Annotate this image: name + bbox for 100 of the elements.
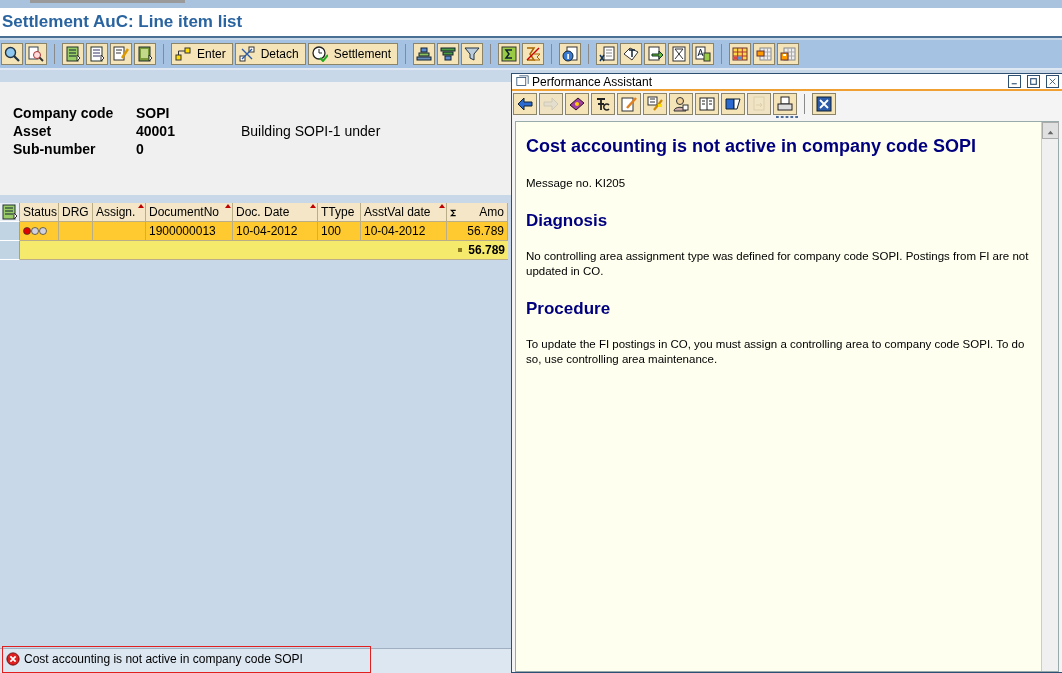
arrow-left-icon — [517, 96, 533, 112]
section-text: To update the FI postings in CO, you must assign a controlling area to company code SOPI. To do so, use controlling area maintenance. — [526, 337, 1026, 368]
folder-icon — [725, 96, 741, 112]
printer-icon — [777, 96, 793, 112]
note-pencil-icon — [647, 96, 663, 112]
field-value: 0 — [136, 140, 145, 158]
table-button[interactable] — [729, 43, 752, 65]
message-heading: Cost accounting is not active in company code SOPI — [526, 136, 978, 158]
field-label: Company code — [13, 104, 115, 122]
column-header[interactable]: AsstVal date — [361, 203, 447, 222]
filter-button[interactable] — [461, 43, 484, 65]
table-cell: 10-04-2012 — [233, 222, 318, 241]
table-cell: 100 — [318, 222, 361, 241]
book-button[interactable] — [565, 93, 589, 115]
section-heading: Procedure — [526, 299, 612, 320]
subtotal-icon — [525, 46, 542, 62]
unlink-icon — [238, 46, 255, 62]
filter-icon — [464, 46, 481, 62]
arrow-left-button[interactable] — [513, 93, 537, 115]
layout-icon[interactable] — [1, 204, 18, 220]
magnifier-button[interactable] — [1, 43, 23, 65]
column-header[interactable]: Assign. — [93, 203, 146, 222]
close-icon — [816, 96, 832, 112]
table-save-button[interactable] — [777, 43, 800, 65]
list-icon — [65, 46, 81, 62]
folder-button[interactable] — [721, 93, 745, 115]
form-icon — [671, 46, 688, 62]
sort-ascending-button[interactable] — [413, 43, 436, 65]
person-key-icon — [673, 96, 689, 112]
printer-button[interactable] — [773, 93, 797, 115]
close-icon — [1048, 77, 1057, 86]
sort-descending-icon — [440, 46, 457, 62]
letters-icon — [695, 46, 712, 62]
table-select-icon — [756, 46, 773, 62]
text-document-icon — [623, 46, 640, 62]
document-search-button[interactable] — [25, 43, 47, 65]
text-document-button[interactable] — [620, 43, 643, 65]
column-header[interactable]: DRG — [59, 203, 93, 222]
open-book-button[interactable] — [695, 93, 719, 115]
document-info-icon — [562, 46, 579, 62]
export-button[interactable] — [644, 43, 667, 65]
close-button[interactable] — [1046, 75, 1059, 88]
subtotal-button[interactable] — [522, 43, 545, 65]
table-cell: 1900000013 — [146, 222, 233, 241]
column-header[interactable]: TType — [318, 203, 361, 222]
document-info-button[interactable] — [559, 43, 582, 65]
grid-document-icon — [137, 46, 153, 62]
table-cell: 10-04-2012 — [361, 222, 447, 241]
maximize-button[interactable] — [1027, 75, 1040, 88]
pencil-icon — [621, 96, 637, 112]
document-list-button[interactable] — [86, 43, 108, 65]
form-button[interactable] — [668, 43, 691, 65]
field-value: SOPI — [136, 104, 171, 122]
column-header[interactable]: Doc. Date — [233, 203, 318, 222]
field-label: Sub-number — [13, 140, 97, 158]
sum-icon — [450, 208, 457, 217]
close-button[interactable] — [812, 93, 836, 115]
hierarchy-icon — [175, 46, 191, 62]
pencil-document-icon — [113, 46, 129, 62]
toolbar-button[interactable]: Enter — [171, 43, 233, 65]
field-description: Building SOPI-1 under — [241, 122, 381, 140]
column-header[interactable]: Status — [20, 203, 59, 222]
field-label: Asset — [13, 122, 53, 140]
section-text: No controlling area assignment type was defined for company code SOPI. Postings from FI are not updated in CO. — [526, 249, 1030, 279]
status-message: Cost accounting is not active in company code SOPI — [24, 651, 303, 668]
person-key-button[interactable] — [669, 93, 693, 115]
total-marker-icon — [458, 248, 463, 252]
pencil-button[interactable] — [617, 93, 641, 115]
arrow-right-icon — [543, 96, 559, 112]
document-search-icon — [28, 46, 44, 62]
technical-info-icon — [595, 96, 611, 112]
column-header[interactable]: DocumentNo — [146, 203, 233, 222]
letters-button[interactable] — [692, 43, 715, 65]
sort-ascending-icon — [416, 46, 433, 62]
grip-icon — [776, 115, 798, 119]
spreadsheet-button[interactable] — [596, 43, 619, 65]
clock-check-icon — [311, 46, 328, 62]
toolbar-button[interactable]: Settlement — [307, 43, 399, 65]
field-value: 40001 — [136, 122, 176, 140]
spreadsheet-icon — [599, 46, 616, 62]
sort-descending-button[interactable] — [437, 43, 460, 65]
list-button[interactable] — [62, 43, 84, 65]
grid-document-button[interactable] — [134, 43, 156, 65]
table-save-icon — [780, 46, 797, 62]
sum-button[interactable] — [498, 43, 521, 65]
message-number: Message no. KI205 — [526, 175, 627, 191]
toolbar-button[interactable]: Detach — [234, 43, 306, 65]
table-icon — [732, 46, 749, 62]
note-pencil-button[interactable] — [643, 93, 667, 115]
sum-icon — [501, 46, 518, 62]
technical-info-button[interactable] — [591, 93, 615, 115]
pencil-document-button[interactable] — [110, 43, 132, 65]
maximize-icon — [1029, 77, 1038, 86]
export-icon — [647, 46, 664, 62]
document-list-icon — [89, 46, 105, 62]
table-cell: 56.789 — [447, 222, 508, 241]
scroll-up-button[interactable] — [1042, 122, 1059, 139]
table-select-button[interactable] — [753, 43, 776, 65]
minimize-button[interactable] — [1008, 75, 1021, 88]
total-value: 56.789 — [468, 242, 505, 259]
